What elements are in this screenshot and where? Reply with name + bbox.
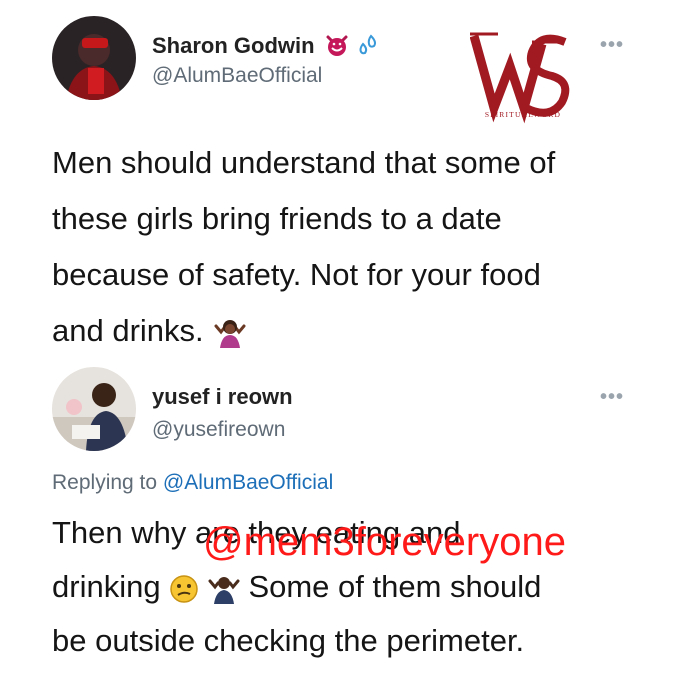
reply-line-text: Some of them should: [248, 569, 542, 604]
avatar-image: [52, 367, 136, 451]
more-options-button[interactable]: •••: [600, 34, 624, 57]
tweet-reply: yusef i reown @yusefireown ••• Replying …: [0, 360, 680, 675]
handle[interactable]: @AlumBaeOfficial: [152, 64, 322, 88]
tweet-original: Sharon Godwin @AlumBaeOfficial ••• Men s…: [0, 0, 680, 360]
tweet-line: and drinks.: [52, 303, 652, 359]
replying-to: Replying to @AlumBaeOfficial: [52, 471, 333, 495]
smiling-imp-icon: [326, 35, 348, 56]
avatar-yusef[interactable]: [52, 367, 136, 451]
shrugging-woman-icon: [214, 319, 246, 348]
display-name[interactable]: Sharon Godwin: [152, 33, 381, 59]
reply-line-text: drinking: [52, 569, 161, 604]
man-shrugging-icon: [208, 576, 240, 604]
tweet-line: these girls bring friends to a date: [52, 201, 502, 236]
avatar-sharon[interactable]: [52, 16, 136, 100]
replying-mention-link[interactable]: @AlumBaeOfficial: [163, 471, 333, 494]
tweet-line: because of safety. Not for your food: [52, 257, 541, 292]
watermark-text: @mem3foreveryone: [203, 520, 566, 564]
tweet-line: Men should understand that some of: [52, 145, 556, 180]
logo-caption: SPIRITUALWORD: [484, 110, 562, 119]
tweet-line-text: and drinks.: [52, 313, 204, 348]
display-name-text: Sharon Godwin: [152, 33, 315, 58]
tweet-body: Men should understand that some of these…: [52, 135, 652, 359]
reply-line: be outside checking the perimeter.: [52, 623, 525, 658]
sweat-droplets-icon: [359, 34, 376, 55]
avatar-image: [52, 16, 136, 100]
replying-prefix: Replying to: [52, 471, 163, 494]
reply-line: drinking Some of them should: [52, 560, 652, 614]
handle[interactable]: @yusefireown: [152, 418, 285, 442]
display-name[interactable]: yusef i reown: [152, 384, 293, 410]
confused-face-icon: [170, 575, 198, 603]
more-options-button[interactable]: •••: [600, 386, 624, 409]
